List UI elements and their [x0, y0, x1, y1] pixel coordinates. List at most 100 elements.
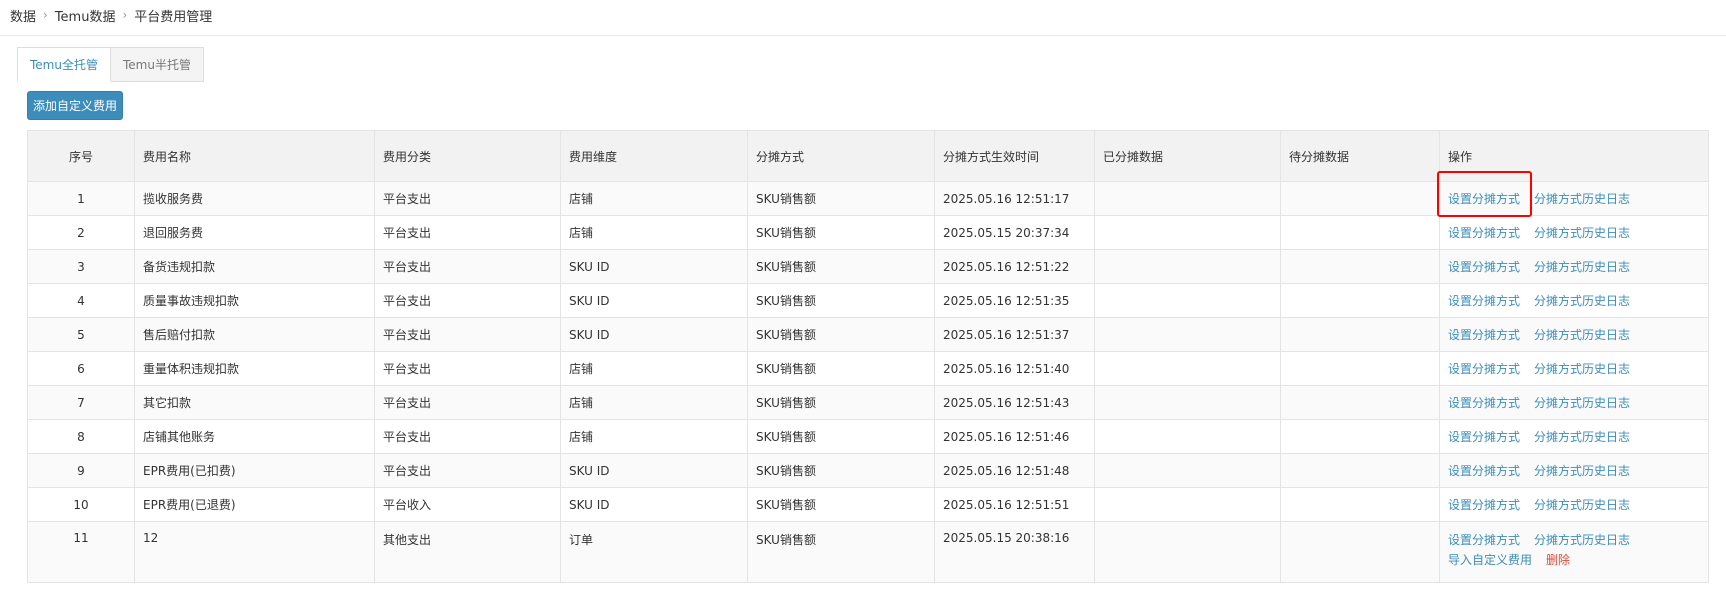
set-allocation-link[interactable]: 设置分摊方式 — [1448, 533, 1520, 547]
cell-fee-name: 揽收服务费 — [134, 181, 375, 216]
set-allocation-link[interactable]: 设置分摊方式 — [1448, 362, 1520, 376]
chevron-right-icon: › — [122, 8, 128, 22]
column-header-index: 序号 — [27, 130, 135, 182]
cell-fee-dimension: SKU ID — [560, 249, 748, 284]
cell-pending-data — [1280, 351, 1440, 386]
cell-fee-dimension: 店铺 — [560, 385, 748, 420]
cell-allocation-method: SKU销售额 — [747, 317, 935, 352]
fee-table: 序号 费用名称 费用分类 费用维度 分摊方式 分摊方式生效时间 已分摊数据 待分… — [27, 130, 1709, 583]
cell-allocation-method: SKU销售额 — [747, 351, 935, 386]
cell-index: 2 — [27, 215, 135, 250]
cell-effective-time: 2025.05.16 12:51:43 — [934, 385, 1095, 420]
cell-actions: 设置分摊方式 分摊方式历史日志 — [1439, 453, 1709, 488]
cell-fee-name: 12 — [134, 521, 375, 583]
cell-allocation-method: SKU销售额 — [747, 521, 935, 583]
table-row: 3 备货违规扣款 平台支出 SKU ID SKU销售额 2025.05.16 12:51:… — [27, 249, 1709, 284]
cell-allocation-method: SKU销售额 — [747, 215, 935, 250]
cell-actions: 设置分摊方式 分摊方式历史日志 — [1439, 283, 1709, 318]
set-allocation-link[interactable]: 设置分摊方式 — [1448, 294, 1520, 308]
breadcrumb-item-temu-data[interactable]: Temu数据 — [55, 6, 116, 25]
cell-fee-category: 平台支出 — [374, 215, 561, 250]
cell-actions: 设置分摊方式 分摊方式历史日志 — [1439, 249, 1709, 284]
delete-link[interactable]: 删除 — [1546, 553, 1570, 567]
allocation-history-link[interactable]: 分摊方式历史日志 — [1534, 260, 1630, 274]
column-header-actions: 操作 — [1439, 130, 1709, 182]
cell-actions: 设置分摊方式 分摊方式历史日志 — [1439, 215, 1709, 250]
cell-fee-category: 平台支出 — [374, 249, 561, 284]
cell-fee-category: 平台支出 — [374, 283, 561, 318]
cell-fee-dimension: SKU ID — [560, 453, 748, 488]
cell-actions: 设置分摊方式 分摊方式历史日志 导入自定义费用 删除 — [1439, 521, 1709, 583]
table-row: 5 售后赔付扣款 平台支出 SKU ID SKU销售额 2025.05.16 12:51:… — [27, 317, 1709, 352]
cell-fee-name: 重量体积违规扣款 — [134, 351, 375, 386]
cell-actions: 设置分摊方式 分摊方式历史日志 — [1439, 181, 1709, 216]
cell-index: 7 — [27, 385, 135, 420]
cell-allocated-data — [1094, 351, 1281, 386]
tab-bar: Temu全托管 Temu半托管 — [17, 47, 204, 82]
cell-allocated-data — [1094, 249, 1281, 284]
cell-fee-name: 售后赔付扣款 — [134, 317, 375, 352]
cell-allocated-data — [1094, 283, 1281, 318]
set-allocation-link[interactable]: 设置分摊方式 — [1448, 260, 1520, 274]
allocation-history-link[interactable]: 分摊方式历史日志 — [1534, 396, 1630, 410]
allocation-history-link[interactable]: 分摊方式历史日志 — [1534, 430, 1630, 444]
table-row: 11 12 其他支出 订单 SKU销售额 2025.05.15 20:38:16 设置分摊方… — [27, 521, 1709, 583]
cell-fee-name: EPR费用(已扣费) — [134, 453, 375, 488]
tab-temu-full-managed[interactable]: Temu全托管 — [17, 47, 111, 82]
column-header-pending-data: 待分摊数据 — [1280, 130, 1440, 182]
cell-fee-category: 平台支出 — [374, 453, 561, 488]
set-allocation-link[interactable]: 设置分摊方式 — [1448, 464, 1520, 478]
cell-actions: 设置分摊方式 分摊方式历史日志 — [1439, 317, 1709, 352]
import-custom-fee-link[interactable]: 导入自定义费用 — [1448, 553, 1532, 567]
cell-fee-name: 备货违规扣款 — [134, 249, 375, 284]
cell-fee-category: 平台支出 — [374, 419, 561, 454]
breadcrumb-item-data[interactable]: 数据 — [10, 6, 36, 25]
cell-allocation-method: SKU销售额 — [747, 419, 935, 454]
cell-effective-time: 2025.05.16 12:51:46 — [934, 419, 1095, 454]
cell-fee-category: 平台支出 — [374, 317, 561, 352]
allocation-history-link[interactable]: 分摊方式历史日志 — [1534, 226, 1630, 240]
chevron-right-icon: › — [43, 8, 48, 22]
cell-fee-name: 退回服务费 — [134, 215, 375, 250]
cell-allocation-method: SKU销售额 — [747, 487, 935, 522]
cell-allocation-method: SKU销售额 — [747, 453, 935, 488]
cell-effective-time: 2025.05.15 20:37:34 — [934, 215, 1095, 250]
set-allocation-link[interactable]: 设置分摊方式 — [1448, 396, 1520, 410]
allocation-history-link[interactable]: 分摊方式历史日志 — [1534, 328, 1630, 342]
table-row: 4 质量事故违规扣款 平台支出 SKU ID SKU销售额 2025.05.16 12:5… — [27, 283, 1709, 318]
cell-allocation-method: SKU销售额 — [747, 181, 935, 216]
cell-pending-data — [1280, 181, 1440, 216]
allocation-history-link[interactable]: 分摊方式历史日志 — [1534, 533, 1630, 547]
allocation-history-link[interactable]: 分摊方式历史日志 — [1534, 294, 1630, 308]
cell-index: 8 — [27, 419, 135, 454]
tab-temu-semi-managed[interactable]: Temu半托管 — [110, 47, 204, 82]
cell-fee-dimension: 店铺 — [560, 215, 748, 250]
column-header-fee-dimension: 费用维度 — [560, 130, 748, 182]
allocation-history-link[interactable]: 分摊方式历史日志 — [1534, 362, 1630, 376]
table-row: 8 店铺其他账务 平台支出 店铺 SKU销售额 2025.05.16 12:51:46 设置… — [27, 419, 1709, 454]
add-custom-fee-button[interactable]: 添加自定义费用 — [27, 91, 123, 120]
allocation-history-link[interactable]: 分摊方式历史日志 — [1534, 192, 1630, 206]
cell-pending-data — [1280, 283, 1440, 318]
column-header-fee-name: 费用名称 — [134, 130, 375, 182]
set-allocation-link[interactable]: 设置分摊方式 — [1448, 226, 1520, 240]
set-allocation-link[interactable]: 设置分摊方式 — [1448, 430, 1520, 444]
allocation-history-link[interactable]: 分摊方式历史日志 — [1534, 498, 1630, 512]
cell-actions: 设置分摊方式 分摊方式历史日志 — [1439, 351, 1709, 386]
set-allocation-link[interactable]: 设置分摊方式 — [1448, 498, 1520, 512]
set-allocation-link[interactable]: 设置分摊方式 — [1448, 192, 1520, 206]
table-row: 7 其它扣款 平台支出 店铺 SKU销售额 2025.05.16 12:51:43 设置分摊… — [27, 385, 1709, 420]
cell-pending-data — [1280, 385, 1440, 420]
cell-fee-name: EPR费用(已退费) — [134, 487, 375, 522]
cell-allocated-data — [1094, 453, 1281, 488]
table-row: 6 重量体积违规扣款 平台支出 店铺 SKU销售额 2025.05.16 12:51:40… — [27, 351, 1709, 386]
cell-index: 10 — [27, 487, 135, 522]
cell-allocated-data — [1094, 385, 1281, 420]
cell-allocated-data — [1094, 215, 1281, 250]
breadcrumb: 数据 › Temu数据 › 平台费用管理 — [10, 5, 212, 25]
cell-fee-dimension: 订单 — [560, 521, 748, 583]
set-allocation-link[interactable]: 设置分摊方式 — [1448, 328, 1520, 342]
cell-effective-time: 2025.05.16 12:51:51 — [934, 487, 1095, 522]
allocation-history-link[interactable]: 分摊方式历史日志 — [1534, 464, 1630, 478]
cell-fee-name: 质量事故违规扣款 — [134, 283, 375, 318]
